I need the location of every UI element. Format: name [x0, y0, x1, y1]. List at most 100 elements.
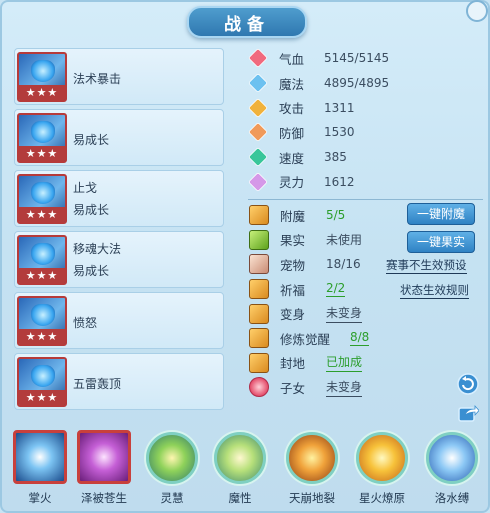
skill-list: ★★★ 法术暴击 ★★★ 易成长 ★★★ 止戈 易成长 ★★★ 移魂大法 易成长…	[14, 48, 224, 414]
skill-icon: ★★★	[17, 113, 67, 163]
skill-stars: ★★★	[19, 146, 65, 161]
status-value: 未使用	[326, 233, 363, 248]
status-label: 变身	[280, 307, 306, 323]
bottom-item[interactable]: 泽被苍生	[74, 430, 134, 506]
status-value[interactable]: 8/8	[350, 330, 370, 347]
attr-value: 5145/5145	[324, 51, 390, 66]
status-row-fief: 封地 已加成	[249, 351, 489, 376]
child-icon	[249, 377, 269, 398]
skill-name: 移魂大法	[73, 242, 122, 256]
attr-row-hp: 气血 5145/5145	[248, 46, 489, 71]
skill-icon: ★★★	[17, 52, 67, 102]
skill-item[interactable]: ★★★ 移魂大法 易成长	[14, 231, 224, 288]
skill-stars: ★★★	[19, 207, 65, 222]
status-label: 附魔	[280, 208, 306, 224]
demon-nature-icon	[214, 432, 266, 484]
status-row-child: 子女 未变身	[249, 375, 489, 400]
attr-row-speed: 速度 385	[248, 145, 489, 170]
bottom-item[interactable]: 星火燎原	[352, 430, 412, 506]
skill-item[interactable]: ★★★ 五雷轰顶	[14, 353, 224, 410]
one-click-fruit-button[interactable]: 一键果实	[407, 231, 475, 253]
bottom-item-label: 魔性	[228, 491, 252, 505]
close-icon[interactable]	[466, 0, 488, 22]
attr-row-attack: 攻击 1311	[248, 95, 489, 120]
attr-value: 1311	[324, 100, 355, 115]
status-label: 修炼觉醒	[280, 331, 331, 347]
heart-icon	[248, 48, 268, 69]
status-value: 5/5	[326, 208, 346, 223]
page-title: 战备	[187, 6, 307, 38]
status-label: 封地	[280, 356, 306, 372]
status-value[interactable]: 未变身	[326, 304, 363, 324]
attr-label: 气血	[279, 51, 305, 67]
skill-icon: ★★★	[17, 357, 67, 407]
skill-name: 愤怒	[73, 316, 98, 330]
blessing-skill-icon	[77, 430, 131, 484]
bottom-item-label: 灵慧	[160, 491, 184, 505]
shield-icon	[248, 122, 268, 143]
skill-name: 易成长	[73, 133, 110, 147]
status-value: 18/16	[326, 257, 361, 272]
bottom-item[interactable]: 掌火	[10, 430, 70, 506]
share-icon[interactable]	[457, 402, 479, 424]
lightning-icon	[248, 147, 268, 168]
bottom-skill-bar: 掌火 泽被苍生 灵慧 魔性 天崩地裂 星火燎原 洛水缚	[10, 430, 488, 512]
status-value[interactable]: 已加成	[326, 353, 363, 373]
blessing-icon	[249, 279, 269, 300]
status-value[interactable]: 未变身	[326, 378, 363, 397]
status-label: 宠物	[280, 257, 306, 273]
attr-label: 魔法	[279, 76, 305, 92]
bottom-item-label: 天崩地裂	[289, 491, 335, 505]
bottom-item[interactable]: 灵慧	[142, 430, 202, 506]
mana-icon	[248, 73, 268, 93]
skill-item[interactable]: ★★★ 易成长	[14, 109, 224, 166]
bottom-item-label: 星火燎原	[359, 491, 405, 505]
skill-item[interactable]: ★★★ 法术暴击	[14, 48, 224, 105]
skill-stars: ★★★	[19, 268, 65, 283]
awaken-icon	[249, 328, 269, 349]
skill-icon: ★★★	[17, 235, 67, 285]
status-value[interactable]: 2/2	[326, 281, 346, 298]
attr-value: 1612	[324, 174, 355, 189]
bottom-item-label: 洛水缚	[434, 491, 470, 505]
wisdom-icon	[146, 432, 198, 484]
skill-subtitle: 易成长	[73, 203, 110, 217]
attribute-list: 气血 5145/5145 魔法 4895/4895 攻击 1311 防御 153…	[248, 46, 489, 194]
attr-row-defense: 防御 1530	[248, 120, 489, 145]
bottom-item[interactable]: 洛水缚	[422, 430, 482, 506]
bottom-item[interactable]: 魔性	[210, 430, 270, 506]
skill-item[interactable]: ★★★ 愤怒	[14, 292, 224, 349]
enchant-icon	[249, 205, 269, 226]
attr-value: 1530	[324, 125, 355, 140]
status-row-transform: 变身 未变身	[249, 301, 489, 326]
skill-item[interactable]: ★★★ 止戈 易成长	[14, 170, 224, 227]
skill-stars: ★★★	[19, 329, 65, 344]
preset-link[interactable]: 赛事不生效预设	[386, 257, 467, 274]
status-label: 祈福	[280, 282, 306, 298]
spirit-icon	[248, 171, 268, 192]
water-bind-icon	[426, 432, 478, 484]
attr-value: 4895/4895	[324, 76, 390, 91]
attr-label: 速度	[279, 150, 305, 166]
refresh-icon[interactable]	[457, 373, 479, 395]
battle-prep-panel: 战备 ★★★ 法术暴击 ★★★ 易成长 ★★★ 止戈 易成长 ★★★ 移魂大法 …	[0, 0, 490, 513]
bottom-item[interactable]: 天崩地裂	[282, 430, 342, 506]
one-click-enchant-button[interactable]: 一键附魔	[407, 203, 475, 225]
status-label: 果实	[280, 233, 306, 249]
attr-label: 攻击	[279, 101, 305, 117]
bottom-item-label: 掌火	[28, 491, 52, 505]
attr-label: 灵力	[279, 175, 305, 191]
skill-name: 五雷轰顶	[73, 377, 122, 391]
sword-icon	[248, 97, 268, 118]
starfire-icon	[356, 432, 408, 484]
fief-icon	[249, 352, 269, 373]
divider	[248, 199, 483, 200]
attr-row-mp: 魔法 4895/4895	[248, 71, 489, 96]
pet-icon	[249, 254, 269, 275]
attr-label: 防御	[279, 125, 305, 141]
skill-name: 法术暴击	[73, 72, 122, 86]
skill-subtitle: 易成长	[73, 264, 110, 278]
state-rule-link[interactable]: 状态生效规则	[400, 282, 469, 299]
transform-icon	[249, 303, 269, 324]
attr-value: 385	[324, 150, 347, 165]
